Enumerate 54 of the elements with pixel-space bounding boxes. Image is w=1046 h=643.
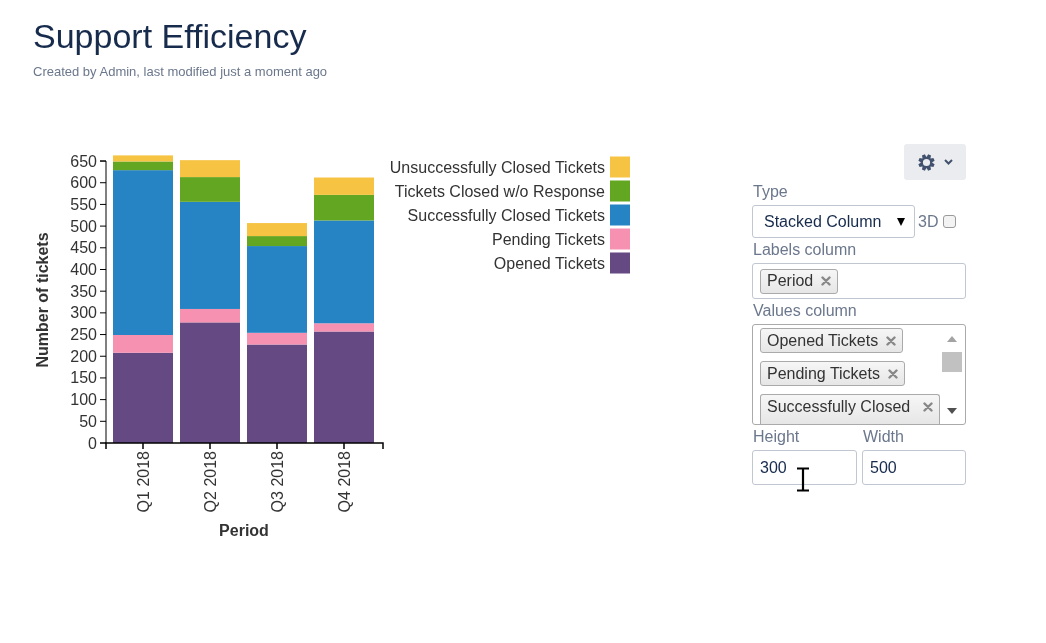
page-title: Support Efficiency xyxy=(33,16,307,57)
legend-label: Tickets Closed w/o Response xyxy=(394,182,605,200)
caret-icon xyxy=(897,217,905,226)
axis-tick-label: 300 xyxy=(70,304,97,322)
axis-tick-label: 500 xyxy=(70,217,97,235)
height-input[interactable]: 300 xyxy=(752,450,857,485)
axis-tick-label: 650 xyxy=(70,152,97,170)
chart-type-select[interactable]: Stacked Column xyxy=(752,205,915,238)
column-tag[interactable]: Successfully Closed xyxy=(760,394,940,424)
axis-tick-label: 250 xyxy=(70,326,97,344)
field-label: Height xyxy=(753,427,800,447)
labels-column-field[interactable]: Period xyxy=(752,263,966,299)
axis-tick-label: Q1 2018 xyxy=(134,451,152,513)
legend-label: Pending Tickets xyxy=(492,230,605,248)
remove-icon[interactable] xyxy=(821,276,832,286)
axis-tick-label: Q2 2018 xyxy=(201,451,219,513)
legend-label: Opened Tickets xyxy=(493,254,605,272)
legend-label: Unsuccessfully Closed Tickets xyxy=(389,158,605,176)
remove-icon[interactable] xyxy=(887,368,898,379)
axis-tick-label: 100 xyxy=(70,391,97,409)
axis-tick-label: 150 xyxy=(70,369,97,387)
field-label: Type xyxy=(753,182,788,202)
chevron-down-icon xyxy=(943,159,953,165)
axis-tick-label: 0 xyxy=(88,434,97,452)
axis-tick-label: Q3 2018 xyxy=(268,451,286,513)
axis-tick-label: 400 xyxy=(70,261,97,278)
checkbox[interactable] xyxy=(943,215,957,228)
axis-title: Period xyxy=(219,521,269,539)
field-label: Labels column xyxy=(753,240,857,260)
axis-tick-label: 600 xyxy=(70,174,97,192)
byline: Created by Admin, last modified just a moment ago xyxy=(33,64,328,80)
column-tag[interactable]: Opened Tickets xyxy=(760,328,904,353)
column-tag[interactable]: Period xyxy=(760,268,839,294)
text-cursor-icon xyxy=(796,467,810,492)
bar-segment xyxy=(180,160,240,178)
column-tag[interactable]: Pending Tickets xyxy=(760,361,905,386)
axis-title: Number of tickets xyxy=(33,232,51,368)
axis-tick-label: 200 xyxy=(70,347,97,365)
legend-label: Successfully Closed Tickets xyxy=(407,206,605,224)
bar-segment xyxy=(247,223,307,237)
axis-tick-label: 50 xyxy=(79,412,97,430)
values-column-field[interactable]: Opened Tickets Pending Tickets Successfully Closed xyxy=(752,324,966,425)
field-label: Values column xyxy=(753,301,857,321)
remove-icon[interactable] xyxy=(886,335,897,346)
axis-tick-label: 450 xyxy=(70,239,97,257)
settings-button[interactable] xyxy=(904,144,966,180)
axis-tick-label: 550 xyxy=(70,195,97,213)
settings-icon xyxy=(917,153,935,171)
width-input[interactable]: 500 xyxy=(862,450,966,485)
field-label: Width xyxy=(863,427,904,447)
axis-tick-label: Q4 2018 xyxy=(335,451,353,513)
axis-tick-label: 350 xyxy=(70,282,97,300)
checkbox-label: 3D xyxy=(918,212,939,231)
remove-icon[interactable] xyxy=(923,402,933,412)
